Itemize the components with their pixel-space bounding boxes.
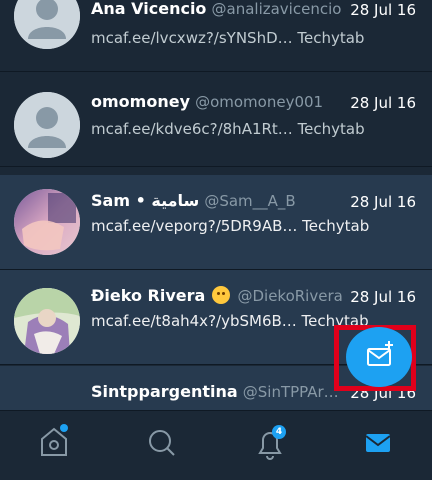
home-unread-dot [60, 424, 68, 432]
sender-name: Sintppargentina [91, 382, 238, 401]
tab-notifications[interactable]: 4 [216, 411, 324, 476]
user-avatar [14, 189, 80, 255]
tab-home[interactable] [0, 411, 108, 476]
sender-name: Ðieko Rivera [91, 286, 206, 305]
message-preview: mcaf.ee/lvcxwz?/sYNShD… Techytab [91, 29, 365, 47]
sender-handle: @Sam__A_B [204, 192, 296, 210]
message-date: 28 Jul 16 [350, 1, 416, 19]
tab-search[interactable] [108, 411, 216, 476]
new-message-button[interactable] [346, 327, 412, 387]
sender-handle: @omomoney001 [195, 93, 324, 111]
message-preview: mcaf.ee/kdve6c?/8hA1Rt… Techytab [91, 120, 365, 138]
kissing-face-icon [212, 286, 231, 304]
conversation-row[interactable]: omomoney @omomoney001 28 Jul 16 mcaf.ee/… [0, 72, 432, 167]
sender-handle: @analizavicencio [211, 0, 342, 18]
sender-handle: @DiekoRivera [237, 287, 343, 305]
envelope-icon [365, 434, 391, 452]
bell-icon [258, 432, 282, 460]
default-avatar [14, 92, 80, 158]
conversation-row[interactable]: Sam • سامية @Sam__A_B 28 Jul 16 mcaf.ee/… [0, 175, 432, 270]
message-date: 28 Jul 16 [350, 288, 416, 306]
default-avatar [14, 0, 80, 49]
sender-name: Ana Vicencio [91, 0, 207, 18]
new-message-icon [367, 341, 393, 366]
message-preview: mcaf.ee/veporg?/5DR9AB… Techytab [91, 217, 370, 235]
notifications-badge: 4 [272, 425, 286, 439]
bottom-nav: 4 [0, 410, 432, 476]
conversation-row[interactable]: Ana Vicencio @analizavicencio 28 Jul 16 … [0, 0, 432, 72]
message-date: 28 Jul 16 [350, 94, 416, 112]
user-avatar [14, 288, 80, 354]
message-date: 28 Jul 16 [350, 193, 416, 211]
sender-name: omomoney [91, 92, 190, 111]
home-icon [41, 427, 67, 456]
sender-name: Sam • سامية [91, 191, 200, 210]
search-icon [149, 430, 175, 456]
tab-messages[interactable] [324, 411, 432, 476]
sender-handle: @SinTPPAr… [242, 383, 339, 401]
